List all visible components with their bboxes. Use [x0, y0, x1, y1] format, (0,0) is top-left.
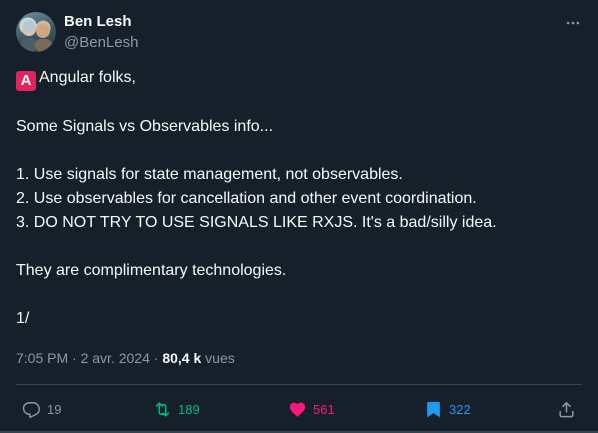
author-handle[interactable]: @BenLesh — [64, 34, 138, 52]
tweet-line: 3. DO NOT TRY TO USE SIGNALS LIKE RXJS. … — [16, 214, 497, 231]
meta-separator: · — [72, 350, 77, 366]
views-count: 80,4 k — [162, 350, 202, 366]
more-options-button[interactable] — [562, 12, 584, 34]
retweet-button[interactable]: 189 — [153, 396, 200, 422]
tweet-line: 2. Use observables for cancellation and … — [16, 190, 477, 207]
tweet-line: 1. Use signals for state management, not… — [16, 166, 403, 183]
author-name[interactable]: Ben Lesh — [64, 13, 132, 31]
like-button[interactable]: 561 — [288, 396, 335, 422]
bookmark-button[interactable]: 322 — [424, 396, 471, 422]
reply-icon — [22, 401, 40, 418]
bookmark-count: 322 — [449, 401, 471, 417]
tweet-text: A Angular folks, Some Signals vs Observab… — [16, 66, 582, 331]
heart-icon — [289, 402, 306, 417]
tweet-date[interactable]: 2 avr. 2024 — [81, 350, 150, 366]
meta-separator: · — [153, 350, 159, 366]
more-horizontal-icon — [566, 21, 580, 25]
avatar[interactable] — [16, 12, 56, 52]
reply-button[interactable]: 19 — [22, 396, 61, 422]
views-label: vues — [205, 350, 235, 366]
tweet-time[interactable]: 7:05 PM — [16, 350, 68, 366]
retweet-icon — [155, 401, 170, 417]
tweet-line: 1/ — [16, 310, 30, 327]
angular-emoji: A — [16, 71, 36, 91]
bookmark-icon — [427, 401, 440, 417]
share-icon — [559, 401, 574, 417]
tweet-line: Some Signals vs Observables info... — [16, 118, 274, 135]
tweet: Ben Lesh @BenLesh A Angular folks, Some S… — [0, 0, 598, 433]
tweet-line: They are complimentary technologies. — [16, 262, 287, 279]
divider — [16, 384, 582, 385]
retweet-count: 189 — [178, 401, 200, 417]
tweet-line: A Angular folks, — [16, 66, 582, 91]
share-button[interactable] — [557, 396, 576, 422]
action-bar: 19 189 561 322 — [16, 396, 582, 422]
avatar-image — [21, 20, 52, 52]
reply-count: 19 — [47, 401, 62, 417]
tweet-meta: 7:05 PM · 2 avr. 2024 · 80,4 k vues — [16, 349, 235, 367]
like-count: 561 — [313, 401, 335, 417]
